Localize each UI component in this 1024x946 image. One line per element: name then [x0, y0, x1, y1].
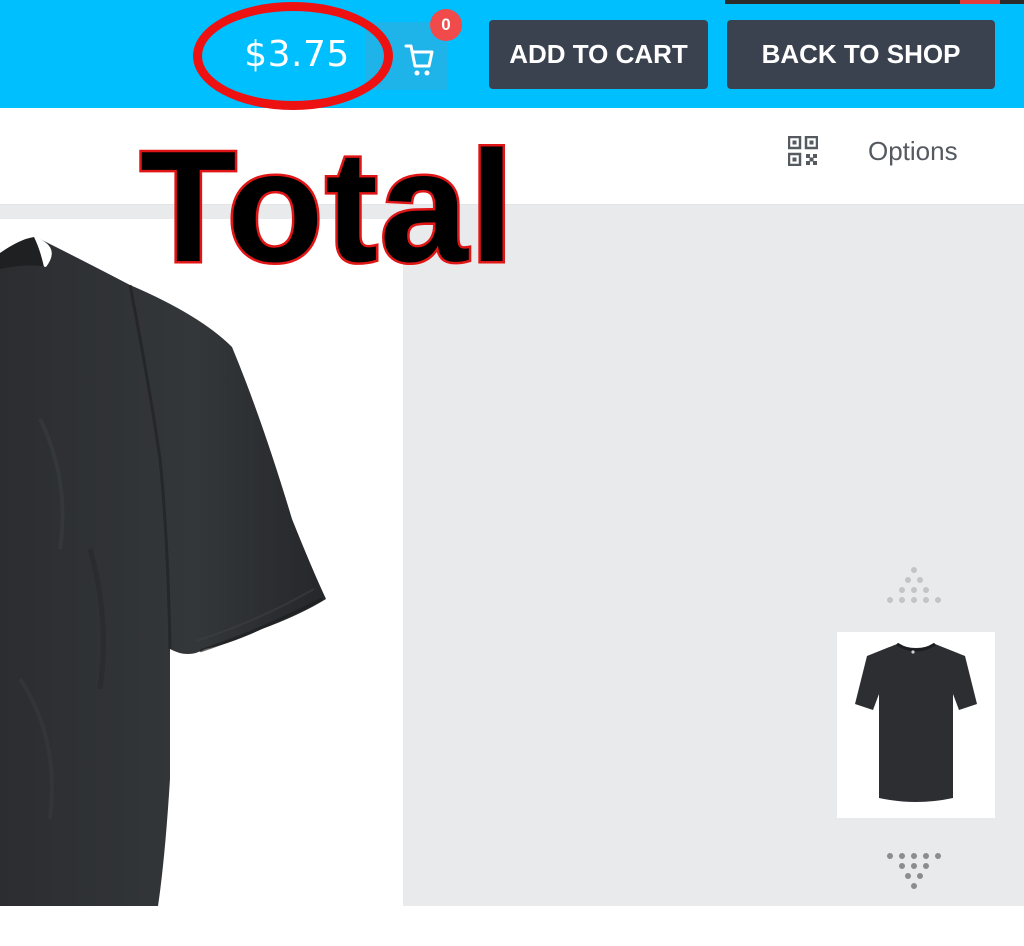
qr-code-icon[interactable]	[788, 136, 818, 166]
tshirt-thumbnail-image	[855, 642, 977, 802]
total-highlight-circle	[193, 2, 393, 110]
add-to-cart-button[interactable]: ADD TO CART	[489, 20, 708, 89]
scroll-down-arrow-icon[interactable]	[884, 850, 944, 890]
scroll-up-arrow-icon[interactable]	[884, 566, 944, 606]
back-to-shop-button[interactable]: BACK TO SHOP	[727, 20, 995, 89]
thumbnail-front[interactable]	[837, 632, 995, 818]
top-edge-accent	[960, 0, 1000, 4]
tshirt-image	[0, 237, 326, 906]
options-button[interactable]: Options	[868, 136, 958, 167]
cart-count-badge: 0	[430, 9, 462, 41]
cart-icon	[404, 44, 434, 76]
product-canvas	[0, 219, 403, 906]
total-annotation-label: Total	[138, 119, 517, 295]
